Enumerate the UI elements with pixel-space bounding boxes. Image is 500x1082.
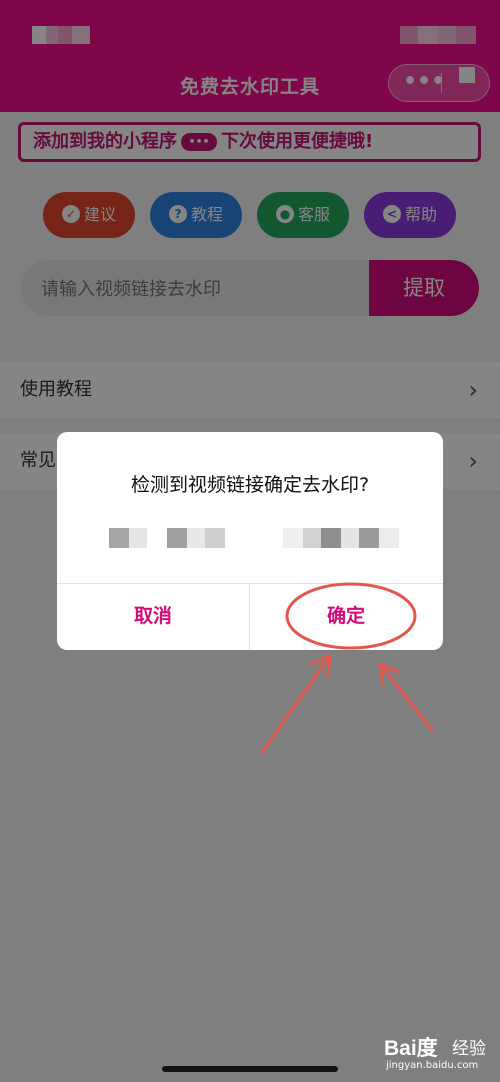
highlight-circle [285,582,417,650]
annotation-overlay [260,582,434,754]
home-indicator [162,1066,338,1072]
watermark-logo: Bai度 [384,1037,438,1060]
watermark-url: jingyan.baidu.com [386,1060,479,1071]
arrow-icon [260,654,434,754]
baidu-jingyan-watermark: Bai度 经验 jingyan.baidu.com [384,1030,496,1074]
watermark-text: 经验 [452,1039,486,1059]
